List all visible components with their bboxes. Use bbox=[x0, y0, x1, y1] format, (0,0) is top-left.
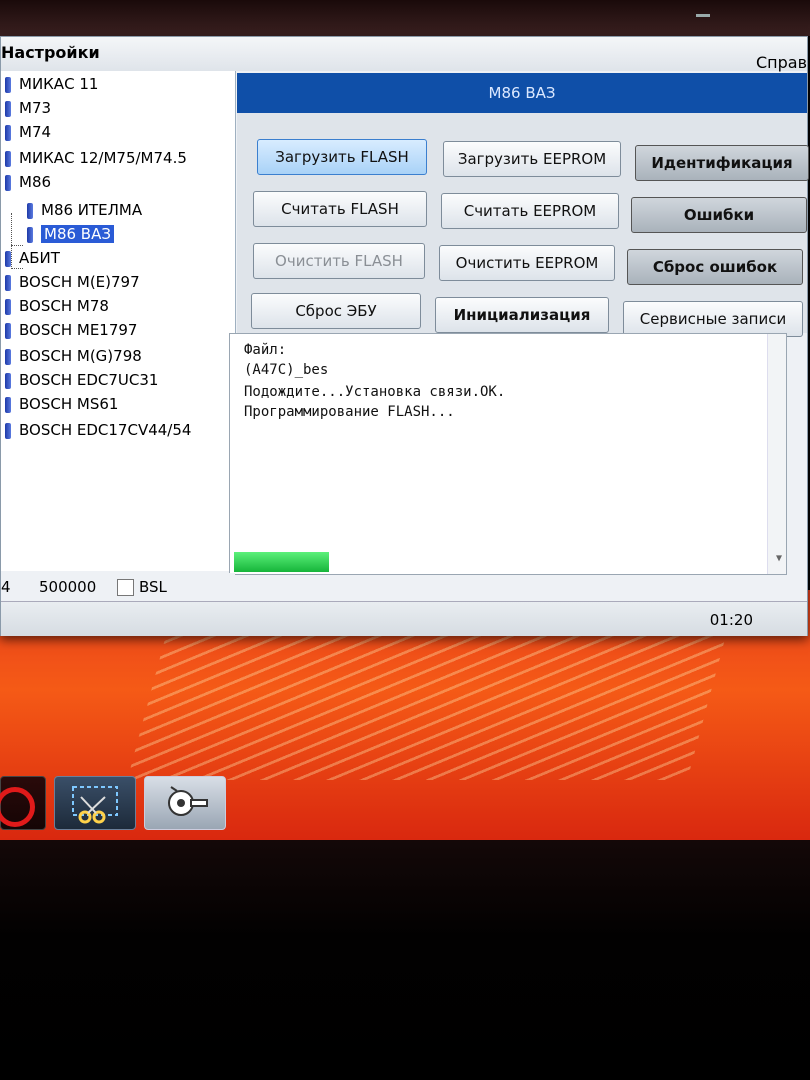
reset-ecu-button[interactable]: Сброс ЭБУ bbox=[251, 293, 421, 329]
ecu-icon bbox=[5, 298, 11, 315]
key-icon bbox=[168, 786, 208, 816]
ecu-icon bbox=[5, 274, 11, 291]
menu-bar: Настройки Справ bbox=[1, 37, 807, 72]
load-flash-button[interactable]: Загрузить FLASH bbox=[257, 139, 427, 175]
tree-item-bosch-ms61[interactable]: BOSCH MS61 bbox=[5, 393, 118, 415]
ecu-icon bbox=[27, 202, 33, 219]
service-records-button[interactable]: Сервисные записи bbox=[623, 301, 803, 337]
log-line: Файл: bbox=[244, 342, 287, 358]
tree-item-bosch-edc17cv44[interactable]: BOSCH EDC17CV44/54 bbox=[5, 419, 191, 441]
log-scrollbar[interactable]: ▼ bbox=[767, 334, 786, 574]
ecu-tree: МИКАС 11 M73 M74 МИКАС 12/М75/М74.5 M86 … bbox=[1, 71, 236, 571]
ecu-icon bbox=[5, 100, 11, 117]
menu-settings[interactable]: Настройки bbox=[1, 43, 100, 62]
clear-flash-button[interactable]: Очистить FLASH bbox=[253, 243, 425, 279]
errors-button[interactable]: Ошибки bbox=[631, 197, 807, 233]
ecu-icon bbox=[5, 322, 11, 339]
bezel-mark bbox=[696, 14, 710, 17]
pane-title: M86 ВАЗ bbox=[237, 73, 807, 113]
ecu-icon bbox=[5, 396, 11, 413]
ecu-icon bbox=[5, 250, 11, 267]
taskbar-key-app[interactable] bbox=[144, 776, 226, 830]
log-output[interactable]: Файл: (A47C)_bes Подождите...Установка с… bbox=[229, 333, 787, 575]
flash-progress-bar bbox=[234, 552, 329, 572]
taskbar-app-red[interactable] bbox=[0, 776, 46, 830]
status-baud: 500000 bbox=[39, 578, 97, 596]
tree-item-bosch-m78[interactable]: BOSCH M78 bbox=[5, 295, 109, 317]
log-line: (A47C)_bes bbox=[244, 362, 329, 378]
init-ecu-button[interactable]: Инициализация ЭБУ bbox=[435, 297, 609, 358]
scroll-down-icon[interactable]: ▼ bbox=[776, 553, 782, 564]
ecu-icon bbox=[5, 174, 11, 191]
bsl-checkbox[interactable] bbox=[117, 579, 134, 596]
tree-item-m73[interactable]: M73 bbox=[5, 97, 51, 119]
ecu-icon bbox=[5, 76, 11, 93]
menu-help[interactable]: Справ bbox=[756, 53, 807, 72]
status-port: 4 bbox=[1, 578, 11, 596]
log-line: Программирование FLASH... bbox=[244, 404, 455, 420]
tree-item-m86-itelma[interactable]: M86 ИТЕЛМА bbox=[27, 199, 142, 221]
tree-item-abit[interactable]: АБИТ bbox=[5, 247, 60, 269]
read-eeprom-button[interactable]: Считать EEPROM bbox=[441, 193, 619, 229]
bottom-status-bar: 01:20 bbox=[1, 601, 807, 636]
status-bar: 4 500000 BSL bbox=[1, 573, 235, 601]
tree-item-bosch-edc7uc31[interactable]: BOSCH EDC7UC31 bbox=[5, 369, 158, 391]
ecu-icon bbox=[5, 372, 11, 389]
log-line: Подождите...Установка связи.ОК. bbox=[244, 384, 506, 400]
tree-connector bbox=[11, 245, 23, 246]
reset-errors-button[interactable]: Сброс ошибок bbox=[627, 249, 803, 285]
ring-icon bbox=[0, 787, 35, 827]
ecu-icon bbox=[5, 150, 11, 167]
scissors-icon bbox=[72, 786, 118, 824]
tree-item-bosch-me797[interactable]: BOSCH M(E)797 bbox=[5, 271, 140, 293]
tree-item-m74[interactable]: M74 bbox=[5, 121, 51, 143]
ecu-icon bbox=[5, 124, 11, 141]
tree-item-m86[interactable]: M86 bbox=[5, 171, 51, 193]
load-eeprom-button[interactable]: Загрузить EEPROM bbox=[443, 141, 621, 177]
clear-eeprom-button[interactable]: Очистить EEPROM bbox=[439, 245, 615, 281]
tree-item-mikas11[interactable]: МИКАС 11 bbox=[5, 73, 98, 95]
ecu-icon bbox=[5, 422, 11, 439]
screen-bezel-bottom bbox=[0, 840, 810, 1080]
tree-item-mikas12[interactable]: МИКАС 12/М75/М74.5 bbox=[5, 147, 187, 169]
identification-button[interactable]: Идентификация bbox=[635, 145, 809, 181]
tree-item-bosch-me1797[interactable]: BOSCH ME1797 bbox=[5, 319, 137, 341]
read-flash-button[interactable]: Считать FLASH bbox=[253, 191, 427, 227]
tree-item-bosch-mg798[interactable]: BOSCH M(G)798 bbox=[5, 345, 142, 367]
ecu-icon bbox=[5, 348, 11, 365]
screen-bezel-top bbox=[0, 0, 810, 36]
bsl-label: BSL bbox=[139, 578, 167, 596]
taskbar-snipping-tool[interactable] bbox=[54, 776, 136, 830]
ecu-icon bbox=[27, 226, 33, 243]
action-buttons-panel: Загрузить FLASH Загрузить EEPROM Идентиф… bbox=[237, 113, 809, 358]
tree-item-m86-vaz[interactable]: M86 ВАЗ bbox=[27, 223, 114, 245]
elapsed-time: 01:20 bbox=[709, 611, 753, 629]
app-window: Настройки Справ МИКАС 11 M73 M74 МИКАС 1… bbox=[0, 36, 809, 636]
